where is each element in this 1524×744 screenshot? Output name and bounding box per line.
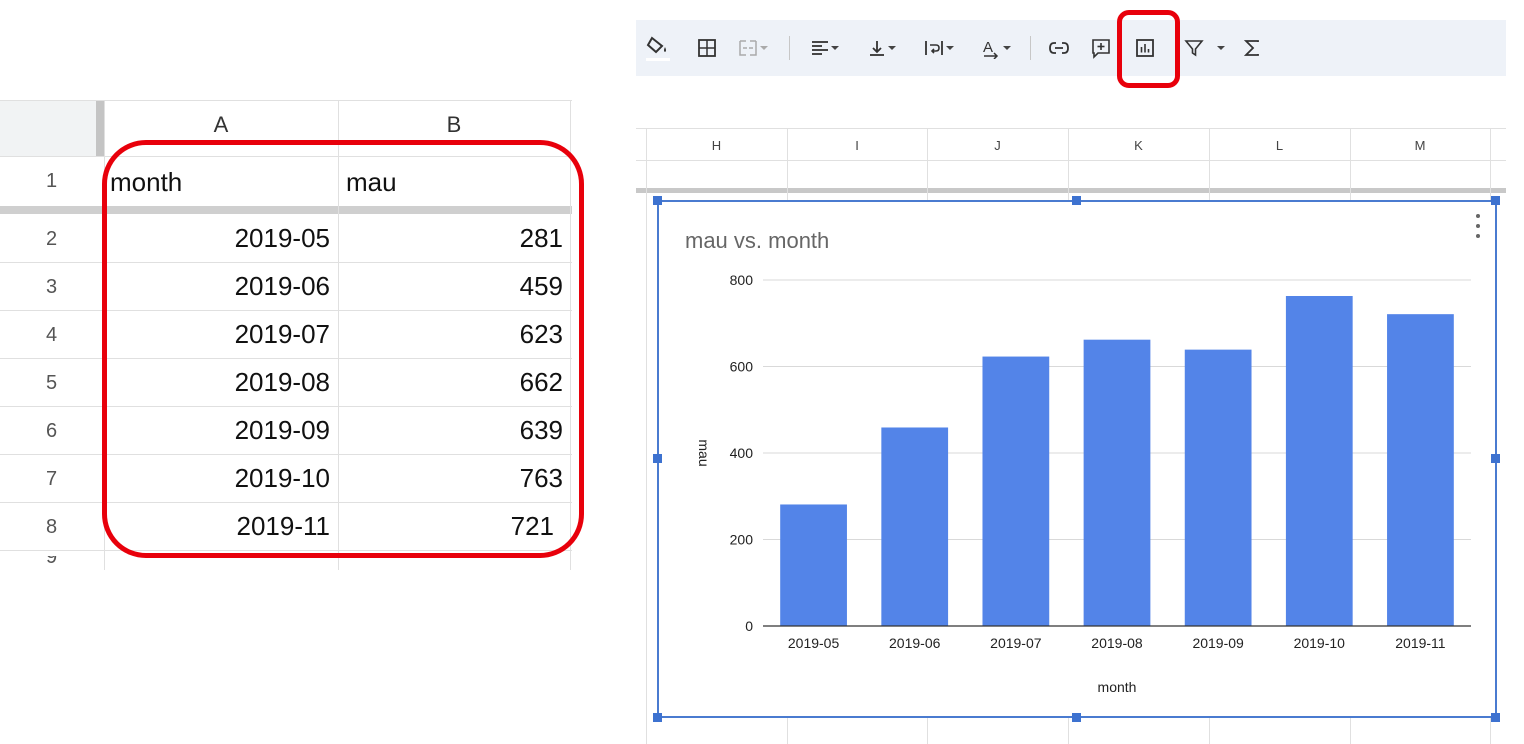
y-tick-label: 400 <box>730 445 754 461</box>
chevron-down-icon <box>1217 46 1225 50</box>
column-header-j[interactable]: J <box>927 138 1068 153</box>
text-wrapping-icon <box>925 41 943 55</box>
resize-handle-right[interactable] <box>1491 454 1500 463</box>
x-tick-label: 2019-10 <box>1294 635 1346 651</box>
resize-handle-top-right[interactable] <box>1491 196 1500 205</box>
corner-divider <box>96 100 104 156</box>
column-header-m[interactable]: M <box>1350 138 1490 153</box>
functions-icon <box>1244 40 1259 56</box>
chevron-down-icon <box>760 46 768 50</box>
column-header-b[interactable]: B <box>338 112 570 138</box>
gridline-h <box>636 160 1506 161</box>
row-number[interactable]: 8 <box>0 516 104 539</box>
merge-cells-icon <box>739 40 757 56</box>
row-number[interactable]: 5 <box>0 372 104 395</box>
text-rotation-icon: A <box>983 39 999 59</box>
resize-handle-bottom-right[interactable] <box>1491 713 1500 722</box>
column-header-k[interactable]: K <box>1068 138 1209 153</box>
y-tick-label: 0 <box>745 618 753 634</box>
horizontal-align-button[interactable] <box>800 34 850 62</box>
x-tick-label: 2019-11 <box>1395 635 1446 651</box>
frozen-row-divider[interactable] <box>636 188 1506 193</box>
functions-button[interactable] <box>1240 34 1264 62</box>
column-header-h[interactable]: H <box>646 138 787 153</box>
bar <box>1184 349 1252 626</box>
y-tick-label: 600 <box>730 359 754 375</box>
vertical-align-icon <box>870 41 884 56</box>
row-number-partial-label: 9 <box>46 556 58 568</box>
row-number[interactable]: 1 <box>0 170 104 193</box>
y-tick-label: 200 <box>730 532 754 548</box>
y-axis-title: mau <box>696 439 712 466</box>
column-header-l[interactable]: L <box>1209 138 1350 153</box>
embedded-chart[interactable]: mau vs. month 0 200 400 600 800 2019-05 2019-0… <box>657 200 1497 718</box>
insert-comment-button[interactable] <box>1086 34 1116 62</box>
bar <box>1285 296 1353 626</box>
resize-handle-bottom-left[interactable] <box>653 713 662 722</box>
x-axis-title: month <box>1098 679 1137 695</box>
text-wrapping-button[interactable] <box>914 34 964 62</box>
svg-text:A: A <box>983 39 993 56</box>
bar-chart-plot: 0 200 400 600 800 2019-05 2019-06 2019-07 2019-0… <box>696 272 1471 695</box>
gridline-v <box>646 128 647 744</box>
text-rotation-button[interactable]: A <box>972 34 1020 62</box>
chevron-down-icon <box>831 46 839 50</box>
chevron-down-icon <box>888 46 896 50</box>
x-tick-label: 2019-09 <box>1192 635 1244 651</box>
insert-chart-highlight-annotation <box>1117 10 1180 88</box>
left-spreadsheet: A B 1 2 3 4 5 6 7 8 9 month mau 2019-05 … <box>0 0 600 744</box>
fill-color-icon <box>646 36 670 61</box>
select-all-corner[interactable] <box>0 100 96 156</box>
x-tick-label: 2019-07 <box>990 635 1042 651</box>
insert-link-button[interactable] <box>1042 34 1076 62</box>
gridline-h <box>636 128 1506 129</box>
row-number-partial: 9 <box>46 556 76 568</box>
row-number[interactable]: 6 <box>0 420 104 443</box>
insert-link-icon <box>1049 42 1069 54</box>
bar <box>982 356 1050 626</box>
borders-button[interactable] <box>692 34 722 62</box>
resize-handle-top[interactable] <box>1072 196 1081 205</box>
fill-color-button[interactable] <box>640 34 676 62</box>
toolbar-divider <box>1030 36 1031 60</box>
resize-handle-bottom[interactable] <box>1072 713 1081 722</box>
resize-handle-top-left[interactable] <box>653 196 662 205</box>
row-number[interactable]: 7 <box>0 468 104 491</box>
row-number[interactable]: 2 <box>0 228 104 251</box>
insert-comment-icon <box>1092 39 1110 59</box>
y-tick-label: 800 <box>730 272 754 288</box>
format-toolbar: A <box>636 20 1506 76</box>
bar <box>780 504 847 626</box>
row-number[interactable]: 4 <box>0 324 104 347</box>
chevron-down-icon <box>1003 46 1011 50</box>
vertical-align-button[interactable] <box>858 34 906 62</box>
selection-highlight-annotation <box>102 140 584 558</box>
chevron-down-icon <box>946 46 954 50</box>
horizontal-align-icon <box>812 41 828 55</box>
bar <box>1387 314 1454 626</box>
toolbar-divider <box>789 36 790 60</box>
x-tick-label: 2019-05 <box>788 635 840 651</box>
borders-icon <box>698 39 716 57</box>
column-header-a[interactable]: A <box>104 112 338 138</box>
filter-icon <box>1184 40 1204 57</box>
resize-handle-left[interactable] <box>653 454 662 463</box>
row-number[interactable]: 3 <box>0 276 104 299</box>
x-tick-label: 2019-08 <box>1091 635 1143 651</box>
merge-cells-button[interactable] <box>730 34 776 62</box>
create-filter-button[interactable] <box>1180 34 1230 62</box>
bar <box>1083 339 1151 626</box>
column-header-i[interactable]: I <box>787 138 927 153</box>
gridline-h <box>0 100 572 101</box>
bar <box>881 427 949 626</box>
x-tick-label: 2019-06 <box>889 635 941 651</box>
